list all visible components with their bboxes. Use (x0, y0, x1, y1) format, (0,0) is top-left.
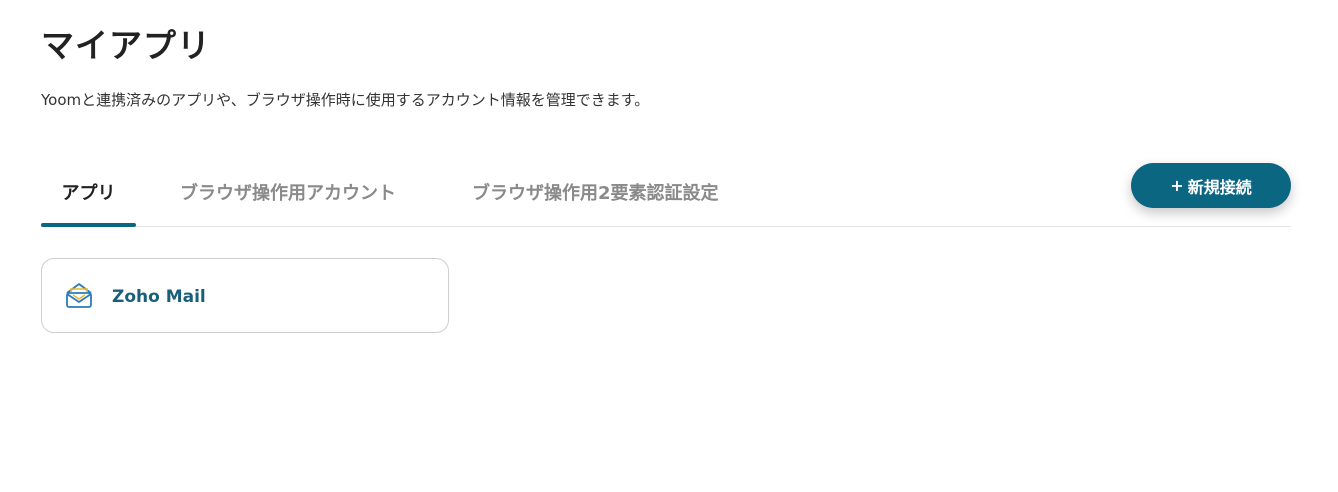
page-title: マイアプリ (41, 26, 211, 65)
zoho-mail-icon (64, 282, 94, 310)
tab-bar: アプリ ブラウザ操作用アカウント ブラウザ操作用2要素認証設定 (41, 172, 1291, 227)
tab-browser-2fa-settings[interactable]: ブラウザ操作用2要素認証設定 (472, 172, 719, 226)
tab-browser-accounts[interactable]: ブラウザ操作用アカウント (180, 172, 396, 226)
tab-apps[interactable]: アプリ (41, 172, 136, 227)
app-name: Zoho Mail (112, 287, 206, 307)
page-description: Yoomと連携済みのアプリや、ブラウザ操作時に使用するアカウント情報を管理できま… (41, 91, 650, 109)
new-connection-label: 新規接続 (1187, 177, 1252, 197)
my-apps-page: マイアプリ Yoomと連携済みのアプリや、ブラウザ操作時に使用するアカウント情報… (0, 0, 1338, 492)
new-connection-button[interactable]: + 新規接続 (1131, 163, 1291, 208)
plus-icon: + (1170, 176, 1184, 195)
app-card-zoho-mail[interactable]: Zoho Mail (41, 258, 449, 333)
